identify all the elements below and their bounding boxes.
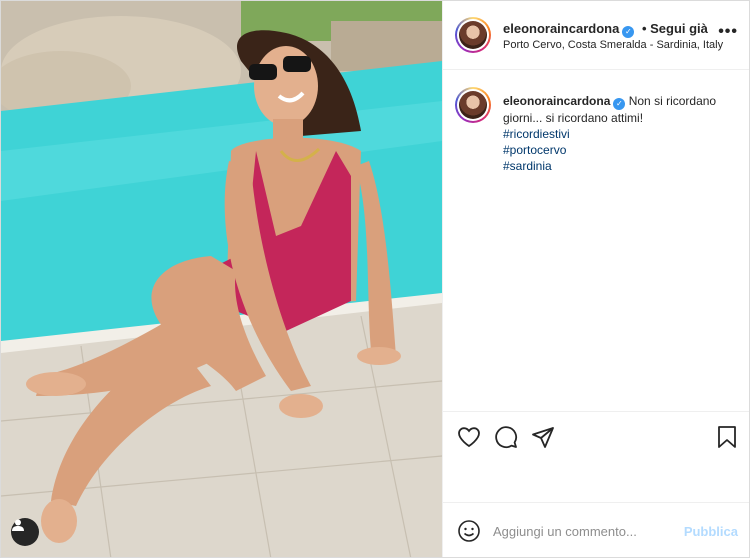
caption-verified-badge-icon: ✓	[613, 98, 626, 110]
follow-status-button[interactable]: • Segui già	[642, 21, 708, 36]
post-caption: eleonoraincardona ✓ Non si ricordano gior…	[443, 71, 749, 411]
user-icon	[12, 519, 24, 531]
share-icon	[532, 427, 554, 448]
photo-illustration	[1, 1, 442, 557]
hashtag-link[interactable]: #sardinia	[503, 158, 738, 174]
avatar[interactable]	[455, 17, 491, 53]
verified-badge-icon: ✓	[622, 25, 635, 38]
comment-icon	[495, 426, 518, 449]
tagged-users-button[interactable]	[11, 518, 39, 546]
like-button[interactable]	[456, 424, 482, 450]
hashtag-link[interactable]: #ricordiestivi	[503, 126, 738, 142]
caption-avatar[interactable]	[455, 87, 491, 123]
share-button[interactable]	[530, 424, 556, 450]
publish-button[interactable]: Pubblica	[684, 524, 738, 539]
post-actions-bar	[443, 411, 749, 501]
header-username[interactable]: eleonoraincardona	[503, 21, 619, 36]
comment-button[interactable]	[493, 424, 519, 450]
post-details-panel: eleonoraincardona ✓ • Segui già Porto Cer…	[442, 1, 749, 557]
header-user-line: eleonoraincardona ✓ • Segui già	[503, 21, 708, 38]
post-photo[interactable]	[1, 1, 442, 557]
bookmark-icon	[718, 426, 736, 448]
instagram-post-window: eleonoraincardona ✓ • Segui già Porto Cer…	[0, 0, 750, 558]
save-button[interactable]	[714, 424, 740, 450]
heart-icon	[458, 427, 480, 448]
post-header: eleonoraincardona ✓ • Segui già Porto Cer…	[443, 1, 749, 70]
emoji-icon[interactable]	[457, 519, 481, 543]
comment-bar: Pubblica	[443, 502, 749, 557]
caption-username[interactable]: eleonoraincardona	[503, 94, 610, 108]
comment-input[interactable]	[493, 521, 673, 541]
more-options-icon[interactable]: •••	[718, 23, 738, 41]
location-link[interactable]: Porto Cervo, Costa Smeralda - Sardinia, …	[503, 39, 723, 51]
hashtag-link[interactable]: #portocervo	[503, 142, 738, 158]
caption-text: eleonoraincardona ✓ Non si ricordano gior…	[503, 93, 738, 174]
